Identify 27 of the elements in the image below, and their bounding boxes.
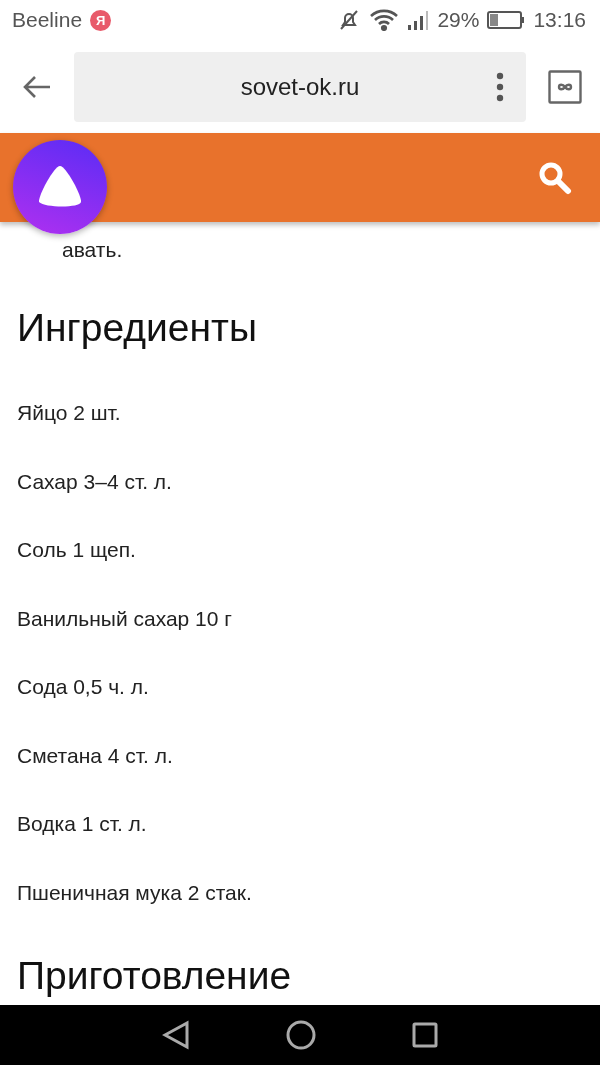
article-text: авать. <box>61 237 124 263</box>
more-options-icon[interactable] <box>496 71 504 102</box>
ingredient-item: Соль 1 щеп. <box>17 537 137 563</box>
ingredient-item: Ванильный сахар 10 г <box>17 605 233 632</box>
wifi-icon <box>369 9 400 31</box>
address-bar[interactable]: sovet-ok.ru <box>74 51 526 122</box>
section-heading: Ингредиенты <box>17 305 258 351</box>
ingredient-item: Водка 1 ст. л. <box>17 811 148 837</box>
tabs-icon[interactable] <box>548 69 582 104</box>
battery-icon <box>487 10 526 30</box>
ingredient-item: Сода 0,5 ч. л. <box>17 674 150 700</box>
search-icon[interactable] <box>538 160 572 195</box>
home-icon[interactable] <box>286 1020 316 1050</box>
clock-time: 13:16 <box>533 8 586 32</box>
carrier-name: Beeline <box>12 8 83 32</box>
back-icon[interactable] <box>162 1020 190 1050</box>
back-arrow-icon[interactable] <box>22 74 52 99</box>
notification-badge: Я <box>90 9 112 31</box>
section-heading: Приготовление <box>17 952 293 999</box>
signal-icon <box>407 9 430 31</box>
battery-percent: 29% <box>437 8 480 32</box>
ingredient-item: Яйцо 2 шт. <box>17 400 122 426</box>
ingredient-item: Сметана 4 ст. л. <box>17 742 174 769</box>
recents-icon[interactable] <box>412 1022 438 1048</box>
triangle-icon <box>37 165 83 209</box>
ingredient-item: Пшеничная мука 2 стак. <box>17 879 253 906</box>
ingredient-item: Сахар 3–4 ст. л. <box>17 468 173 495</box>
